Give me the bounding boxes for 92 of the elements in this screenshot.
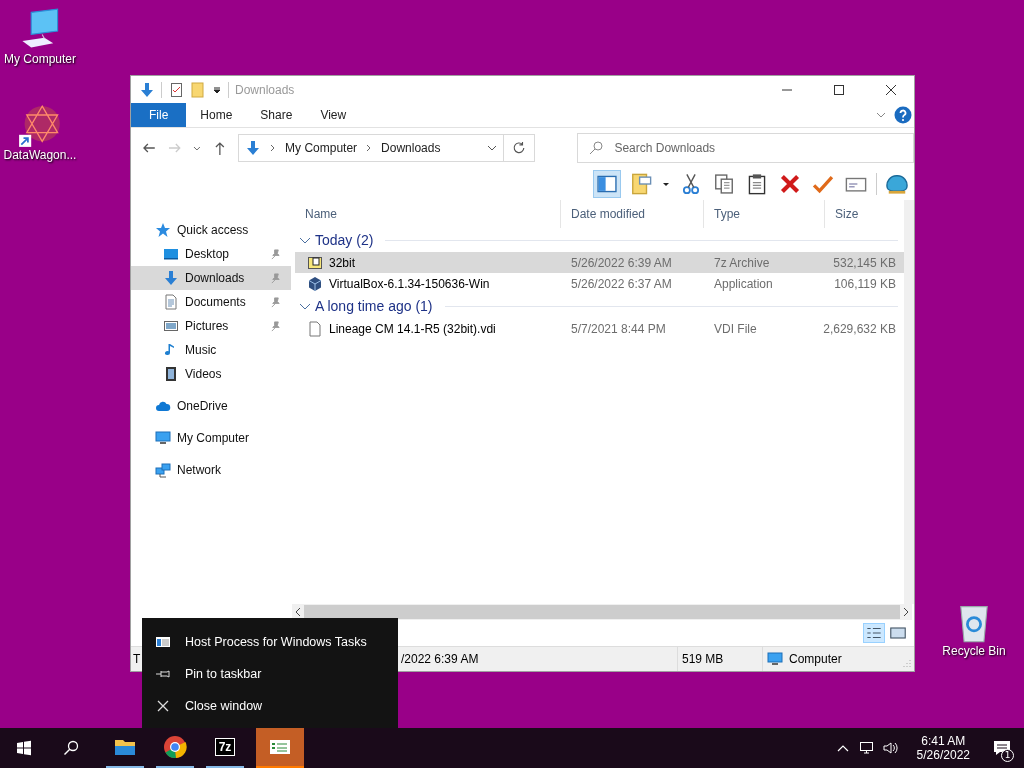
search-icon [588,140,605,156]
cube-icon [307,275,323,292]
file-name: VirtualBox-6.1.34-150636-Win [329,276,490,291]
type-cell-text: VDI File [713,321,758,336]
pane-icon[interactable] [593,170,621,198]
type-cell-text: Application [713,276,774,291]
status-text: /2022 6:39 AM [400,651,480,668]
vertical-scrollbar[interactable] [904,200,914,604]
pin-icon[interactable] [270,248,281,260]
picture-icon [163,318,179,334]
ribbon-tab[interactable]: File [131,103,187,127]
date-cell-text: 5/7/2021 8:44 PM [570,321,667,336]
ribbon-tab[interactable]: Home [186,103,247,127]
nav-item[interactable]: OneDrive [131,394,291,418]
file-row[interactable]: Lineage CM 14.1-R5 (32bit).vdi 5/7/2021 8:44 PM VDI File 2,629,632 KB [295,318,904,339]
help-icon[interactable] [894,106,912,124]
window-title: Downloads [235,82,295,97]
file-row[interactable]: VirtualBox-6.1.34-150636-Win 5/26/2022 6:37 AM Application 106,119 KB [295,273,904,294]
menu-item[interactable]: Close window [142,690,398,722]
desktop-icon-label[interactable]: My Computer [4,52,76,66]
clock[interactable]: 6:41 AM 5/26/2022 [906,734,980,762]
desktop-icon [163,246,179,262]
computer-icon [155,430,171,446]
column-header[interactable]: Date modified [561,200,704,228]
caret-icon[interactable] [212,84,222,95]
address-bar[interactable]: My Computer Downloads [238,134,504,162]
nav-item[interactable]: Videos [131,362,291,386]
nav-item[interactable]: Music [131,338,291,362]
network-icon[interactable] [858,740,875,756]
pin-icon[interactable] [270,296,281,308]
search-box[interactable]: Search Downloads [577,133,914,163]
file-name: Lineage CM 14.1-R5 (32bit).vdi [329,321,496,336]
pin-icon[interactable] [270,320,281,332]
refresh-button[interactable] [503,134,536,162]
resize-grip-icon[interactable] [902,658,912,668]
size-cell-text: 2,629,632 KB [825,321,897,336]
date-cell-text: 5/26/2022 6:37 AM [570,276,673,291]
browser-icon [163,735,187,759]
group-header[interactable]: Today (2) [315,232,374,248]
group-header[interactable]: A long time ago (1) [315,298,433,314]
file-row[interactable]: 32bit 5/26/2022 6:39 AM 7z Archive 532,145 KB [295,252,904,273]
document-icon [163,294,179,310]
window-icon [155,634,171,650]
clock-time: 6:41 AM [921,734,966,748]
breadcrumb[interactable]: Downloads [381,141,441,155]
status-text: T [132,651,142,668]
type-cell-text: 7z Archive [713,255,771,270]
down-arrow-icon [245,140,262,156]
down-arrow-icon [163,270,179,286]
nav-item[interactable]: Network [131,458,291,482]
properties-icon[interactable] [168,81,184,98]
status-text: 519 MB [677,647,762,671]
ribbon-tab[interactable]: Share [246,103,307,127]
caret-icon[interactable] [486,143,497,153]
star-icon [155,222,171,238]
starburst-icon[interactable] [18,104,62,148]
desktop-icon-label[interactable]: Recycle Bin [942,644,1006,658]
ribbon-tab[interactable]: View [306,103,361,127]
desktop-icon-label[interactable]: DataWagon... [3,148,77,162]
volume-icon[interactable] [882,740,899,756]
column-header[interactable]: Type [704,200,825,228]
refresh-icon [512,141,527,155]
menu-item[interactable]: Host Process for Windows Tasks [142,626,398,658]
film-icon [163,366,179,382]
column-header[interactable]: Size [825,200,902,228]
down-arrow-icon[interactable] [139,81,155,98]
details-view-button[interactable] [863,623,885,643]
nav-item[interactable]: My Computer [131,426,291,450]
nav-item[interactable]: Pictures [131,314,291,338]
clock-date: 5/26/2022 [916,748,970,762]
size-cell-text: 106,119 KB [833,276,897,291]
nav-item[interactable]: Desktop [131,242,291,266]
nav-item[interactable]: Documents [131,290,291,314]
date-cell-text: 5/26/2022 6:39 AM [570,255,673,270]
file-name: 32bit [329,255,356,270]
search-field[interactable]: Search Downloads [614,135,913,161]
size-cell-text: 532,145 KB [832,255,897,270]
network-icon [155,462,171,478]
status-text: Computer [789,652,842,666]
close-icon [155,698,171,714]
nav-item[interactable]: Downloads [131,266,291,290]
horizontal-scrollbar[interactable] [292,604,912,620]
notification-count: 1 [1001,749,1014,762]
breadcrumb[interactable]: My Computer [285,141,358,155]
column-header[interactable]: Name [295,200,561,228]
large-icons-view-button[interactable] [888,624,908,642]
menu-item[interactable]: Pin to taskbar [142,658,398,690]
file-icon [307,320,323,337]
nav-item[interactable]: Quick access [131,218,291,242]
seven-zip-button[interactable]: 7z [206,728,244,768]
archive-icon [307,254,323,271]
computer-icon [767,651,783,667]
